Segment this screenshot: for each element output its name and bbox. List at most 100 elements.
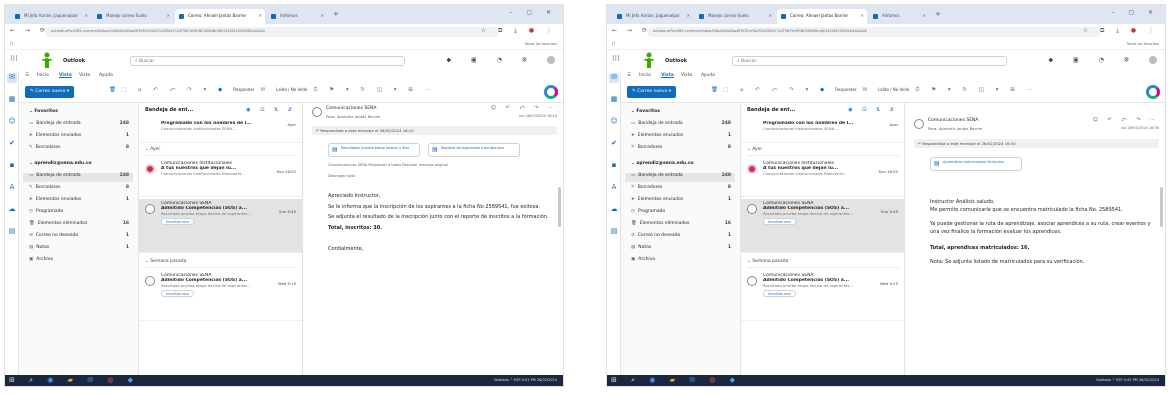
window-controls[interactable]: – ▢ ✕: [1111, 9, 1159, 16]
browser-tab[interactable]: Mi Jefa Aarian, Jaquenalpor ✕: [11, 9, 91, 24]
attachment-actions[interactable]: Comunicaciones SENA Responder a todos Re…: [328, 163, 448, 167]
folder-item[interactable]: 🗑 Elementos eliminados 16: [29, 221, 133, 230]
system-tray[interactable]: Nublado ^ ESP 4:41 PM 26/02/2024: [494, 378, 557, 382]
reply-all-label[interactable]: Responder: [835, 87, 856, 92]
app-launcher-icon[interactable]: ⁝⁝⁝: [10, 54, 18, 63]
browser-tab[interactable]: Manejo correo Suelo ✕: [695, 9, 775, 24]
people-icon[interactable]: ☺: [7, 117, 17, 127]
folder-item[interactable]: ⊘ Correo no deseado 1: [631, 233, 735, 242]
scrollbar[interactable]: [558, 187, 561, 227]
browser-tab[interactable]: Manejo correo Suelo ✕: [93, 9, 173, 24]
onedrive-icon[interactable]: ☁: [609, 205, 619, 215]
group-header[interactable]: ⌄ Semana pasada: [145, 259, 298, 268]
all-bookmarks[interactable]: Todos los favoritos: [1127, 42, 1159, 46]
tab-inicio[interactable]: Inicio: [639, 73, 651, 78]
apps-icon[interactable]: ▤: [7, 227, 17, 237]
message-action-icons[interactable]: ☺ ↶ ⤺ ↷ ⋯: [1093, 117, 1159, 123]
header-action-icons[interactable]: ◆ ▣ ◔ ⚙: [446, 56, 555, 64]
browser-tab[interactable]: Anfomos ✕: [267, 9, 327, 24]
mail-icon[interactable]: ✉: [609, 73, 619, 83]
calendar-icon[interactable]: ▦: [7, 95, 17, 105]
tab-vista-2[interactable]: Vista: [681, 73, 692, 78]
filter-icons[interactable]: ◉ ⊡ ⇅ ⇵: [848, 107, 898, 113]
url-field[interactable]: outlook.office365.com/mail/inbox/id/AAQk…: [45, 27, 499, 37]
browser-tab[interactable]: Mi Jefa Aarian, Jaquenalpor ✕: [613, 9, 693, 24]
folder-item[interactable]: ◷ Programado: [631, 209, 735, 218]
folder-item[interactable]: ➤ Elementos enviados 1: [631, 197, 735, 206]
group-header[interactable]: ⌄ Semana pasada: [747, 259, 900, 268]
window-controls[interactable]: – ▢ ✕: [509, 9, 557, 16]
ribbon-menu-icon[interactable]: ☰: [627, 73, 631, 78]
fav-folder[interactable]: ✎ Borradores 8: [29, 145, 133, 154]
fav-folder[interactable]: ➤ Elementos enviados 1: [631, 133, 735, 142]
sender-name[interactable]: Comunicaciones SENA: [928, 118, 978, 123]
app-launcher-icon[interactable]: ⁝⁝⁝: [612, 54, 620, 63]
people-icon[interactable]: ☺: [609, 117, 619, 127]
font-icon[interactable]: A: [7, 183, 17, 193]
close-icon[interactable]: ✕: [923, 13, 926, 18]
folder-inbox[interactable]: ▭ Bandeja de entrada 248: [23, 173, 133, 182]
search-input[interactable]: ⌕ Buscar: [130, 56, 405, 66]
attachment-card[interactable]: Registro de aspirantes inscritos.xlsx: [428, 143, 520, 157]
folder-inbox[interactable]: ▭ Bandeja de entrada 248: [625, 173, 735, 182]
todo-icon[interactable]: ✔: [7, 139, 17, 149]
list-item-selected[interactable]: Comunicaciones SENA Admitido Competencia…: [139, 199, 302, 253]
new-mail-button[interactable]: ✎ Correo nuevo ▾: [627, 86, 677, 98]
toolbar-actions[interactable]: 🗑⬚ ⌂ ↶ ⤺ ↷ ▾ ◆ Responder ✉ Leído / No leído…: [711, 87, 1037, 94]
new-tab-icon[interactable]: +: [935, 10, 941, 18]
read-unread-label[interactable]: Leído / No leído: [276, 87, 307, 92]
font-icon[interactable]: A: [609, 183, 619, 193]
attachment-chip[interactable]: Inscritos.xlsx: [763, 218, 796, 225]
list-item[interactable]: Comunicaciones SENA Admitido Competencia…: [139, 271, 302, 321]
avatar[interactable]: [547, 56, 555, 64]
attachment-card[interactable]: Aprendices matriculados ficha.xlsx: [930, 157, 1022, 171]
close-icon[interactable]: ✕: [687, 13, 690, 18]
apps-icon[interactable]: ▤: [609, 227, 619, 237]
calendar-icon[interactable]: ▦: [609, 95, 619, 105]
taskbar-apps[interactable]: ⊞ ⌕ ◉ ▰ ✉ ◍ ◆: [611, 376, 741, 385]
folder-item[interactable]: 🗑 Elementos eliminados 16: [631, 221, 735, 230]
fav-folder[interactable]: ➤ Elementos enviados 1: [29, 133, 133, 142]
list-item[interactable]: Programado con los nombres de l... Comun…: [139, 119, 302, 143]
browser-action-icons[interactable]: ☆ ⧉ ⤓ ● ⋮: [481, 27, 557, 35]
browser-tab-active[interactable]: Correo: Ahnael Jantas Barrier ✕: [777, 9, 867, 24]
ribbon-menu-icon[interactable]: ☰: [25, 73, 29, 78]
all-bookmarks[interactable]: Todos los favoritos: [525, 42, 557, 46]
toolbar-actions[interactable]: 🗑⬚ ⌂ ↶ ⤺ ↷ ▾ ◆ Responder ✉ Leído / No leído…: [109, 87, 435, 94]
list-item[interactable]: Comunicaciones Institucionales A tus nue…: [139, 159, 302, 197]
new-mail-button[interactable]: ✎ Correo nuevo ▾: [25, 86, 75, 98]
list-item-selected[interactable]: Comunicaciones SENA Admitido Competencia…: [741, 199, 904, 253]
favorites-header[interactable]: ⌄ Favoritos: [29, 109, 133, 118]
filter-icons[interactable]: ◉ ⊡ ⇅ ⇵: [246, 107, 296, 113]
apps-grid-icon[interactable]: ⁞⁞: [10, 41, 13, 47]
folder-item[interactable]: ▣ Archivo: [29, 257, 133, 266]
todo-icon[interactable]: ✔: [609, 139, 619, 149]
folder-item[interactable]: ▤ Notas 1: [29, 245, 133, 254]
group-header[interactable]: ⌄ Ayer: [747, 147, 900, 156]
folder-item[interactable]: ◷ Programado: [29, 209, 133, 218]
reply-all-label[interactable]: Responder: [233, 87, 254, 92]
taskbar-apps[interactable]: ⊞ ⌕ ◉ ▰ ✉ ◍ ◆: [9, 376, 139, 385]
favorites-header[interactable]: ⌄ Favoritos: [631, 109, 735, 118]
close-icon[interactable]: ✕: [167, 13, 170, 18]
word-icon[interactable]: ▪: [609, 161, 619, 171]
tab-vista[interactable]: Vista: [59, 73, 72, 78]
close-icon[interactable]: ✕: [861, 13, 864, 18]
header-action-icons[interactable]: ◆ ▣ ◔ ⚙: [1048, 56, 1157, 64]
group-header[interactable]: ⌄ Ayer: [145, 147, 298, 156]
account-header[interactable]: ⌄ aprendiz@sena.edu.co: [631, 161, 735, 170]
scrollbar[interactable]: [1160, 187, 1163, 227]
folder-item[interactable]: ➤ Elementos enviados 1: [29, 197, 133, 206]
message-action-icons[interactable]: ☺ ↶ ⤺ ↷ ⋯: [491, 105, 557, 111]
fav-folder[interactable]: ▭ Bandeja de entrada 248: [29, 121, 133, 130]
browser-tab[interactable]: Anfomos ✕: [869, 9, 929, 24]
fav-folder[interactable]: ✎ Borradores 8: [631, 145, 735, 154]
account-header[interactable]: ⌄ aprendiz@sena.edu.co: [29, 161, 133, 170]
close-icon[interactable]: ✕: [321, 13, 324, 18]
list-item[interactable]: Programado con los nombres de l... Comun…: [741, 119, 904, 143]
folder-item[interactable]: ✎ Borradores 8: [29, 185, 133, 194]
copilot-icon[interactable]: [1146, 85, 1160, 99]
sender-name[interactable]: Comunicaciones SENA: [326, 106, 376, 111]
fav-folder[interactable]: ▭ Bandeja de entrada 248: [631, 121, 735, 130]
folder-item[interactable]: ▣ Archivo: [631, 257, 735, 266]
